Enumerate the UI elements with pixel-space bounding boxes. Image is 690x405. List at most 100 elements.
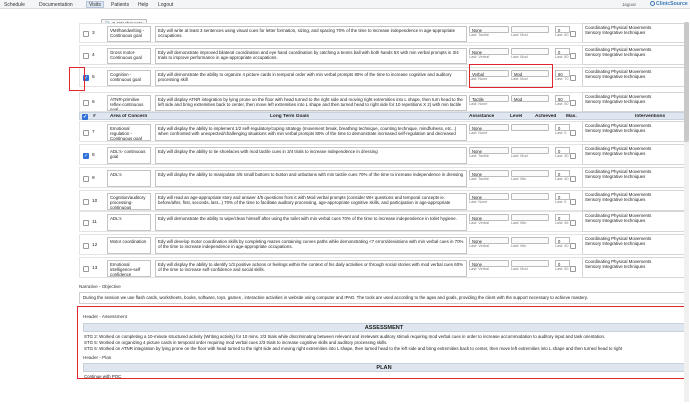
mastered-checkbox[interactable] xyxy=(570,153,576,159)
area-of-concern-field[interactable]: Cognition - continuous goal xyxy=(107,70,151,86)
level-select[interactable] xyxy=(511,48,549,55)
area-of-concern-field[interactable]: ADL's xyxy=(107,170,151,187)
achieved-input[interactable]: 0 xyxy=(555,237,570,244)
interventions-field[interactable]: Coordinating Physical Movements Sensory … xyxy=(582,23,687,43)
mastered-checkbox[interactable] xyxy=(570,53,576,59)
assistance-select[interactable]: None xyxy=(469,193,509,200)
achieved-input[interactable]: 0 xyxy=(555,214,570,221)
user-name[interactable]: Jaguar xyxy=(622,2,636,7)
level-select[interactable] xyxy=(511,237,549,244)
mastered-checkbox[interactable] xyxy=(570,266,576,272)
nav-documentation[interactable]: Documentation xyxy=(39,2,73,8)
mastered-checkbox[interactable] xyxy=(570,220,576,226)
mastered-checkbox[interactable] xyxy=(570,243,576,249)
assistance-select[interactable]: None xyxy=(469,26,509,33)
mastered-checkbox[interactable] xyxy=(570,100,576,106)
nav-patients[interactable]: Patients xyxy=(111,2,129,8)
nav-help[interactable]: Help xyxy=(138,2,148,8)
row-select-checkbox[interactable] xyxy=(83,130,89,136)
achieved-input[interactable]: 50 xyxy=(555,95,570,102)
assistance-select[interactable]: None xyxy=(469,124,509,131)
long-term-goal-field[interactable]: Edy will display ATNR integration by lyi… xyxy=(155,95,467,111)
scrollbar-thumb[interactable] xyxy=(684,22,689,142)
interventions-field[interactable]: Coordinating Physical Movements Sensory … xyxy=(582,144,687,165)
long-term-goal-field[interactable]: Edy will demonstrate the ability to wipe… xyxy=(155,214,467,231)
assistance-select[interactable]: None xyxy=(469,260,509,267)
interventions-field[interactable]: Coordinating Physical Movements Sensory … xyxy=(582,67,687,87)
interventions-field[interactable]: Coordinating Physical Movements Sensory … xyxy=(582,45,687,65)
mastered-checkbox[interactable] xyxy=(570,176,576,182)
achieved-input[interactable]: 60 xyxy=(555,70,570,77)
row-select-checkbox[interactable] xyxy=(83,100,89,106)
assistance-select[interactable]: Tactile xyxy=(469,95,509,102)
area-of-concern-field[interactable]: Emotional regulation - Continuous goal xyxy=(107,124,151,141)
mastered-checkbox[interactable] xyxy=(570,199,576,205)
interventions-field[interactable]: Coordinating Physical Movements Sensory … xyxy=(582,92,687,112)
long-term-goal-field[interactable]: Edy will demonstrate improved bilateral … xyxy=(155,48,467,64)
long-term-goal-field[interactable]: Edy will develop motor coordination skil… xyxy=(155,237,467,254)
interventions-field[interactable]: Coordinating Physical Movements Sensory … xyxy=(582,211,687,232)
interventions-field[interactable]: Coordinating Physical Movements Sensory … xyxy=(582,121,687,142)
achieved-input[interactable]: 0 xyxy=(555,170,570,177)
area-of-concern-field[interactable]: Emotional intelligence-self confidence xyxy=(107,260,151,277)
long-term-goal-field[interactable]: Edy will display the ability to implemen… xyxy=(155,124,467,141)
achieved-input[interactable]: 0 xyxy=(555,260,570,267)
level-select[interactable] xyxy=(511,193,549,200)
assistance-select[interactable]: None xyxy=(469,237,509,244)
area-of-concern-field[interactable]: ADL's- continuous goal xyxy=(107,147,151,164)
header-select-all-checkbox[interactable]: ✓ xyxy=(82,114,88,120)
row-select-checkbox[interactable]: ✓ xyxy=(83,153,89,159)
achieved-input[interactable]: 0 xyxy=(555,26,570,33)
mastered-checkbox[interactable] xyxy=(570,31,576,37)
long-term-goal-field[interactable]: Edy will demonstrate the ability to orga… xyxy=(155,70,467,86)
achieved-input[interactable]: 0 xyxy=(555,147,570,154)
checkbox-icon xyxy=(570,53,576,59)
nav-visits[interactable]: Visits xyxy=(86,1,104,8)
assistance-select[interactable]: None xyxy=(469,147,509,154)
row-select-checkbox[interactable] xyxy=(83,176,89,182)
long-term-goal-field[interactable]: Edy will display the ability to manipula… xyxy=(155,170,467,187)
narrative-objective-text[interactable]: During the session we use flash cards, w… xyxy=(79,292,687,304)
nav-schedule[interactable]: Schedule xyxy=(4,2,25,8)
achieved-input[interactable]: 0 xyxy=(555,193,570,200)
row-select-checkbox[interactable] xyxy=(83,220,89,226)
app-logo: ClinicSource xyxy=(650,1,688,7)
assistance-select[interactable]: None xyxy=(469,170,509,177)
area-of-concern-field[interactable]: ADL's xyxy=(107,214,151,231)
achieved-last: Last: 40 xyxy=(555,244,569,248)
area-of-concern-field[interactable]: Gross motor- Continuous goal xyxy=(107,48,151,64)
long-term-goal-field[interactable]: Edy will read an age-appropriate story a… xyxy=(155,193,467,210)
long-term-goal-field[interactable]: Edy will write at least 3 sentences usin… xyxy=(155,26,467,42)
area-of-concern-field[interactable]: Cognition/auditory processing- continuou… xyxy=(107,193,151,210)
long-term-goal-field[interactable]: Edy will display the ability to tie shoe… xyxy=(155,147,467,164)
assistance-select[interactable]: None xyxy=(469,214,509,221)
level-cell: Last: Min xyxy=(511,237,549,248)
achieved-input[interactable]: 0 xyxy=(555,48,570,55)
achieved-last: Last: 50 xyxy=(555,102,569,106)
area-of-concern-field[interactable]: ATNR-primitive reflex-continuous goal xyxy=(107,95,151,111)
interventions-field[interactable]: Coordinating Physical Movements Sensory … xyxy=(582,190,687,211)
assistance-select[interactable]: None xyxy=(469,48,509,55)
long-term-goal-field[interactable]: Edy will display the ability to identify… xyxy=(155,260,467,277)
level-select[interactable] xyxy=(511,214,549,221)
interventions-field[interactable]: Coordinating Physical Movements Sensory … xyxy=(582,257,687,278)
level-select[interactable] xyxy=(511,26,549,33)
row-select-checkbox[interactable] xyxy=(83,31,89,37)
interventions-field[interactable]: Coordinating Physical Movements Sensory … xyxy=(582,167,687,188)
row-select-checkbox[interactable] xyxy=(83,266,89,272)
area-of-concern-field[interactable]: Motor coordination xyxy=(107,237,151,254)
level-select[interactable] xyxy=(511,147,549,154)
row-select-checkbox[interactable] xyxy=(83,199,89,205)
mastered-checkbox[interactable] xyxy=(570,130,576,136)
level-select[interactable]: Mod xyxy=(511,95,549,102)
level-select[interactable] xyxy=(511,170,549,177)
area-of-concern-field[interactable]: VMI/handwriting - Continuous goal xyxy=(107,26,151,42)
level-select[interactable] xyxy=(511,124,549,131)
achieved-input[interactable]: 0 xyxy=(555,124,570,131)
interventions-field[interactable]: Coordinating Physical Movements Sensory … xyxy=(582,234,687,255)
mastered-checkbox[interactable] xyxy=(570,75,576,81)
level-select[interactable] xyxy=(511,260,549,267)
row-select-checkbox[interactable] xyxy=(83,243,89,249)
row-select-checkbox[interactable] xyxy=(83,53,89,59)
nav-logout[interactable]: Logout xyxy=(158,2,173,8)
